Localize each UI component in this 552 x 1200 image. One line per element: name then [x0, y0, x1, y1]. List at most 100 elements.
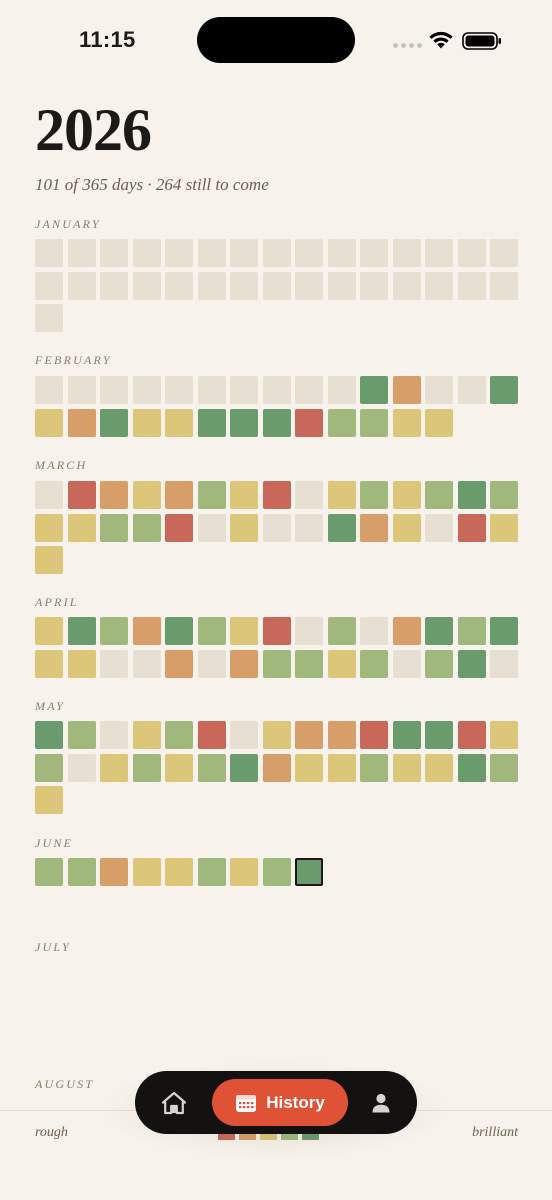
day-cell[interactable]: [262, 239, 291, 267]
day-cell[interactable]: [392, 239, 421, 267]
day-cell[interactable]: [295, 408, 323, 437]
day-cell[interactable]: [230, 753, 258, 782]
day-cell[interactable]: [425, 617, 453, 645]
day-cell[interactable]: [457, 239, 486, 267]
day-cell[interactable]: [262, 481, 291, 509]
day-cell[interactable]: [425, 376, 453, 404]
day-cell[interactable]: [197, 513, 226, 542]
day-cell[interactable]: [262, 408, 291, 437]
day-cell[interactable]: [197, 753, 226, 782]
day-cell[interactable]: [457, 376, 486, 404]
day-cell[interactable]: [67, 858, 96, 886]
day-cell[interactable]: [165, 239, 193, 267]
day-cell[interactable]: [392, 481, 421, 509]
day-cell[interactable]: [132, 513, 161, 542]
day-cell[interactable]: [35, 239, 63, 267]
day-cell[interactable]: [100, 753, 128, 782]
day-cell[interactable]: [35, 513, 63, 542]
day-cell[interactable]: [490, 481, 518, 509]
day-cell[interactable]: [262, 858, 291, 886]
day-cell[interactable]: [295, 649, 323, 678]
day-cell[interactable]: [425, 649, 453, 678]
day-cell[interactable]: [327, 271, 356, 300]
day-cell[interactable]: [67, 721, 96, 749]
day-cell[interactable]: [197, 721, 226, 749]
day-cell[interactable]: [327, 408, 356, 437]
day-cell[interactable]: [457, 753, 486, 782]
day-cell[interactable]: [100, 271, 128, 300]
day-cell[interactable]: [392, 271, 421, 300]
day-cell[interactable]: [35, 649, 63, 678]
day-cell[interactable]: [425, 271, 453, 300]
day-cell[interactable]: [327, 753, 356, 782]
day-cell[interactable]: [295, 481, 323, 509]
day-cell[interactable]: [262, 513, 291, 542]
day-cell[interactable]: [35, 271, 63, 300]
day-cell[interactable]: [392, 721, 421, 749]
day-cell[interactable]: [67, 513, 96, 542]
day-cell[interactable]: [327, 239, 356, 267]
day-cell[interactable]: [100, 408, 128, 437]
day-cell[interactable]: [360, 513, 388, 542]
day-cell[interactable]: [165, 649, 193, 678]
day-cell[interactable]: [230, 376, 258, 404]
day-cell[interactable]: [327, 721, 356, 749]
day-cell[interactable]: [165, 408, 193, 437]
day-cell[interactable]: [360, 481, 388, 509]
day-cell[interactable]: [230, 858, 258, 886]
day-cell[interactable]: [197, 239, 226, 267]
day-cell[interactable]: [262, 376, 291, 404]
day-cell[interactable]: [100, 481, 128, 509]
day-cell[interactable]: [360, 271, 388, 300]
day-cell[interactable]: [132, 271, 161, 300]
day-cell[interactable]: [100, 376, 128, 404]
day-cell[interactable]: [490, 513, 518, 542]
day-cell[interactable]: [490, 617, 518, 645]
day-cell[interactable]: [67, 753, 96, 782]
day-cell[interactable]: [295, 617, 323, 645]
day-cell[interactable]: [165, 271, 193, 300]
day-cell[interactable]: [132, 408, 161, 437]
tab-home[interactable]: [160, 1090, 188, 1116]
day-cell[interactable]: [165, 858, 193, 886]
day-cell[interactable]: [392, 376, 421, 404]
day-cell[interactable]: [100, 649, 128, 678]
day-cell[interactable]: [360, 408, 388, 437]
day-cell[interactable]: [360, 753, 388, 782]
day-cell[interactable]: [457, 513, 486, 542]
day-cell[interactable]: [457, 721, 486, 749]
day-cell[interactable]: [327, 376, 356, 404]
day-cell[interactable]: [67, 617, 96, 645]
day-cell[interactable]: [230, 271, 258, 300]
day-cell[interactable]: [165, 513, 193, 542]
day-cell[interactable]: [100, 721, 128, 749]
day-cell[interactable]: [425, 721, 453, 749]
day-cell[interactable]: [197, 408, 226, 437]
day-cell[interactable]: [230, 408, 258, 437]
day-cell[interactable]: [132, 858, 161, 886]
day-cell[interactable]: [165, 481, 193, 509]
day-cell[interactable]: [197, 376, 226, 404]
day-cell[interactable]: [230, 239, 258, 267]
day-cell[interactable]: [67, 649, 96, 678]
day-cell[interactable]: [262, 617, 291, 645]
day-cell[interactable]: [327, 617, 356, 645]
day-cell[interactable]: [457, 481, 486, 509]
day-cell[interactable]: [295, 721, 323, 749]
day-cell[interactable]: [197, 649, 226, 678]
day-cell[interactable]: [132, 481, 161, 509]
day-cell[interactable]: [490, 721, 518, 749]
day-cell[interactable]: [490, 649, 518, 678]
day-cell[interactable]: [425, 481, 453, 509]
day-cell[interactable]: [100, 617, 128, 645]
day-cell[interactable]: [327, 513, 356, 542]
day-cell[interactable]: [392, 617, 421, 645]
day-cell[interactable]: [262, 649, 291, 678]
day-cell[interactable]: [230, 617, 258, 645]
day-cell[interactable]: [35, 304, 63, 332]
day-cell[interactable]: [67, 271, 96, 300]
day-cell[interactable]: [392, 649, 421, 678]
day-cell[interactable]: [197, 858, 226, 886]
day-cell[interactable]: [230, 721, 258, 749]
day-cell[interactable]: [392, 408, 421, 437]
